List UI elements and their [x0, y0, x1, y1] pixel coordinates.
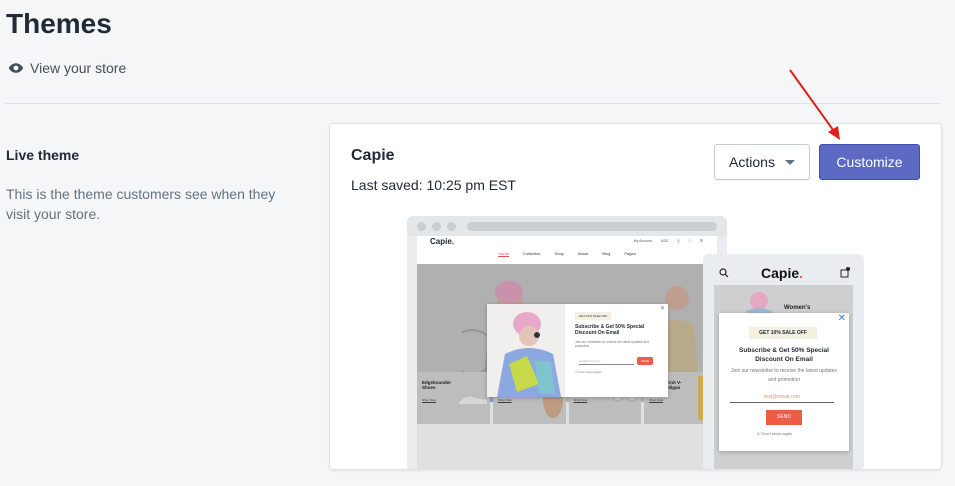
popup-email-input: test@email.com	[730, 394, 834, 403]
mobile-preview: Capie. Women's ✕ GET 10% SALE OFF Subscr…	[703, 254, 864, 469]
popup-send-button: SEND	[637, 357, 653, 365]
popup-description: Join our newsletter to receive the lates…	[575, 340, 649, 348]
store-nav: Home Collection Shop About Blog Pages	[417, 251, 717, 257]
store-logo: Capie.	[430, 237, 455, 246]
menu-icon: ☰	[699, 239, 703, 243]
popup-checkbox: ☑ Don't show again	[575, 370, 602, 374]
window-dot	[432, 222, 441, 231]
actions-button[interactable]: Actions	[714, 144, 810, 180]
desktop-popup: ✕ GET 10% SALE OFF Subscribe & Get 50% S…	[487, 304, 668, 397]
view-store-link[interactable]: View your store	[8, 60, 126, 76]
theme-card: Capie Last saved: 10:25 pm EST Actions C…	[329, 123, 942, 470]
popup-email-input: test@email.com	[579, 359, 634, 365]
caret-down-icon	[784, 159, 795, 165]
actions-label: Actions	[729, 154, 775, 170]
bag-icon	[840, 267, 850, 278]
popup-heading: Subscribe & Get 50% Special Discount On …	[739, 347, 829, 363]
mobile-logo-text: Capie	[761, 265, 800, 281]
annotation-arrow-icon	[789, 69, 840, 140]
popup-checkbox: ☑ Don't show again	[757, 431, 793, 436]
view-store-label: View your store	[30, 60, 127, 76]
desktop-preview: Capie. My Account USD ⚲ □ ☰ Home Collect…	[407, 216, 727, 469]
mobile-store-logo: Capie.	[761, 265, 803, 281]
url-bar	[467, 222, 717, 231]
mobile-popup: ✕ GET 10% SALE OFF Subscribe & Get 50% S…	[719, 313, 849, 451]
popup-checkbox-label: Don't show again	[578, 370, 602, 374]
customize-button[interactable]: Customize	[819, 144, 920, 180]
desktop-site: Capie. My Account USD ⚲ □ ☰ Home Collect…	[417, 236, 717, 469]
util-account: My Account	[633, 239, 652, 243]
nav-about: About	[577, 251, 589, 256]
util-currency: USD	[660, 239, 669, 243]
nav-collection: Collection	[522, 251, 541, 256]
nav-blog: Blog	[602, 251, 611, 256]
popup-description: Join our newsletter to receive the lates…	[731, 368, 837, 383]
search-icon: ⚲	[677, 239, 680, 243]
nav-pages: Pages	[624, 251, 636, 256]
close-icon: ✕	[837, 313, 846, 324]
bag-icon: □	[688, 239, 691, 243]
nav-shop: Shop	[554, 251, 564, 256]
popup-badge: GET 10% SALE OFF	[575, 312, 612, 320]
last-saved-text: Last saved: 10:25 pm EST	[351, 177, 516, 193]
live-theme-description: This is the theme customers see when the…	[6, 186, 276, 222]
browser-bar	[407, 216, 727, 236]
mobile-site: Women's ✕ GET 10% SALE OFF Subscribe & G…	[714, 285, 853, 469]
mobile-hero-text: Women's	[784, 305, 811, 311]
model-image	[497, 312, 561, 397]
popup-send-button: SEND	[766, 410, 802, 425]
window-dot	[447, 222, 456, 231]
eye-icon	[8, 63, 24, 73]
search-icon	[719, 268, 729, 278]
popup-image	[487, 304, 565, 397]
window-dot	[417, 222, 426, 231]
close-icon: ✕	[659, 306, 665, 312]
popup-checkbox-label: Don't show again	[761, 431, 793, 436]
theme-name: Capie	[351, 147, 395, 164]
popup-badge: GET 10% SALE OFF	[749, 327, 817, 339]
nav-home: Home	[498, 251, 509, 257]
utility-links: My Account USD ⚲ □ ☰	[634, 239, 703, 243]
page-title: Themes	[6, 8, 112, 39]
popup-heading: Subscribe & Get 50% Special Discount On …	[575, 324, 645, 336]
live-theme-heading: Live theme	[6, 147, 80, 163]
mobile-logo-dot: .	[799, 265, 804, 281]
